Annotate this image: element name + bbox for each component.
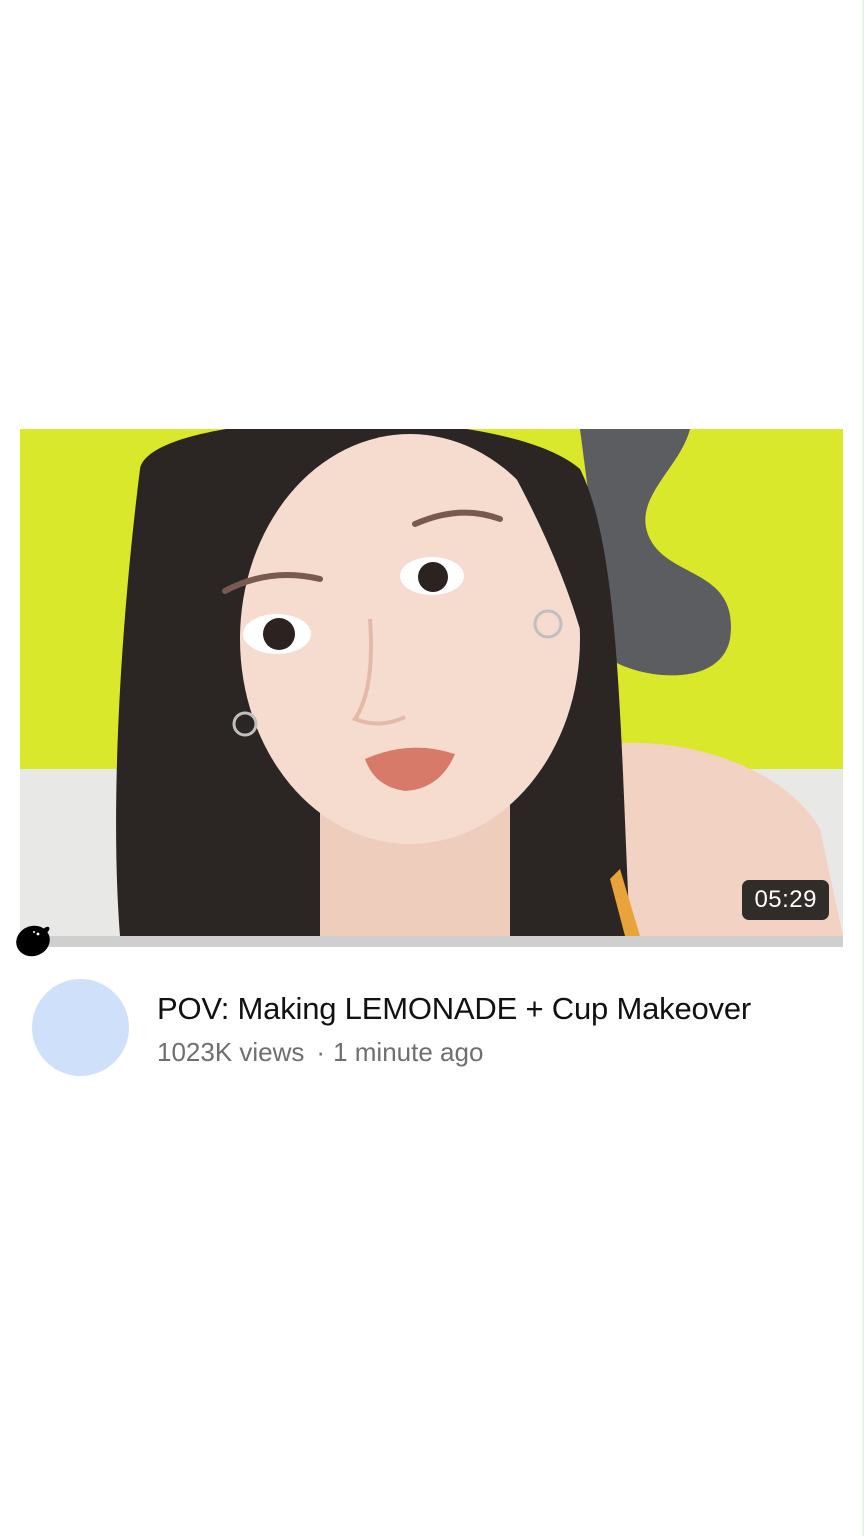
video-text: POV: Making LEMONADE + Cup Makeover 1023… [157,979,751,1076]
video-stats: 1023K views · 1 minute ago [157,1037,751,1067]
channel-avatar[interactable] [32,979,129,1076]
video-thumbnail[interactable]: 05:29 [20,429,843,936]
duration-badge: 05:29 [742,880,829,920]
lemon-icon[interactable] [14,922,52,960]
video-card[interactable]: 05:29 POV: Making LEMONADE + Cup Makeove… [16,429,843,1076]
thumbnail-image [20,429,843,936]
video-meta: POV: Making LEMONADE + Cup Makeover 1023… [32,979,843,1076]
page: 05:29 POV: Making LEMONADE + Cup Makeove… [0,0,864,1536]
separator-dot: · [316,1037,326,1067]
view-count: 1023K views [157,1037,305,1067]
progress-track[interactable] [16,925,843,957]
upload-age: 1 minute ago [333,1037,484,1067]
video-title[interactable]: POV: Making LEMONADE + Cup Makeover [157,991,751,1027]
